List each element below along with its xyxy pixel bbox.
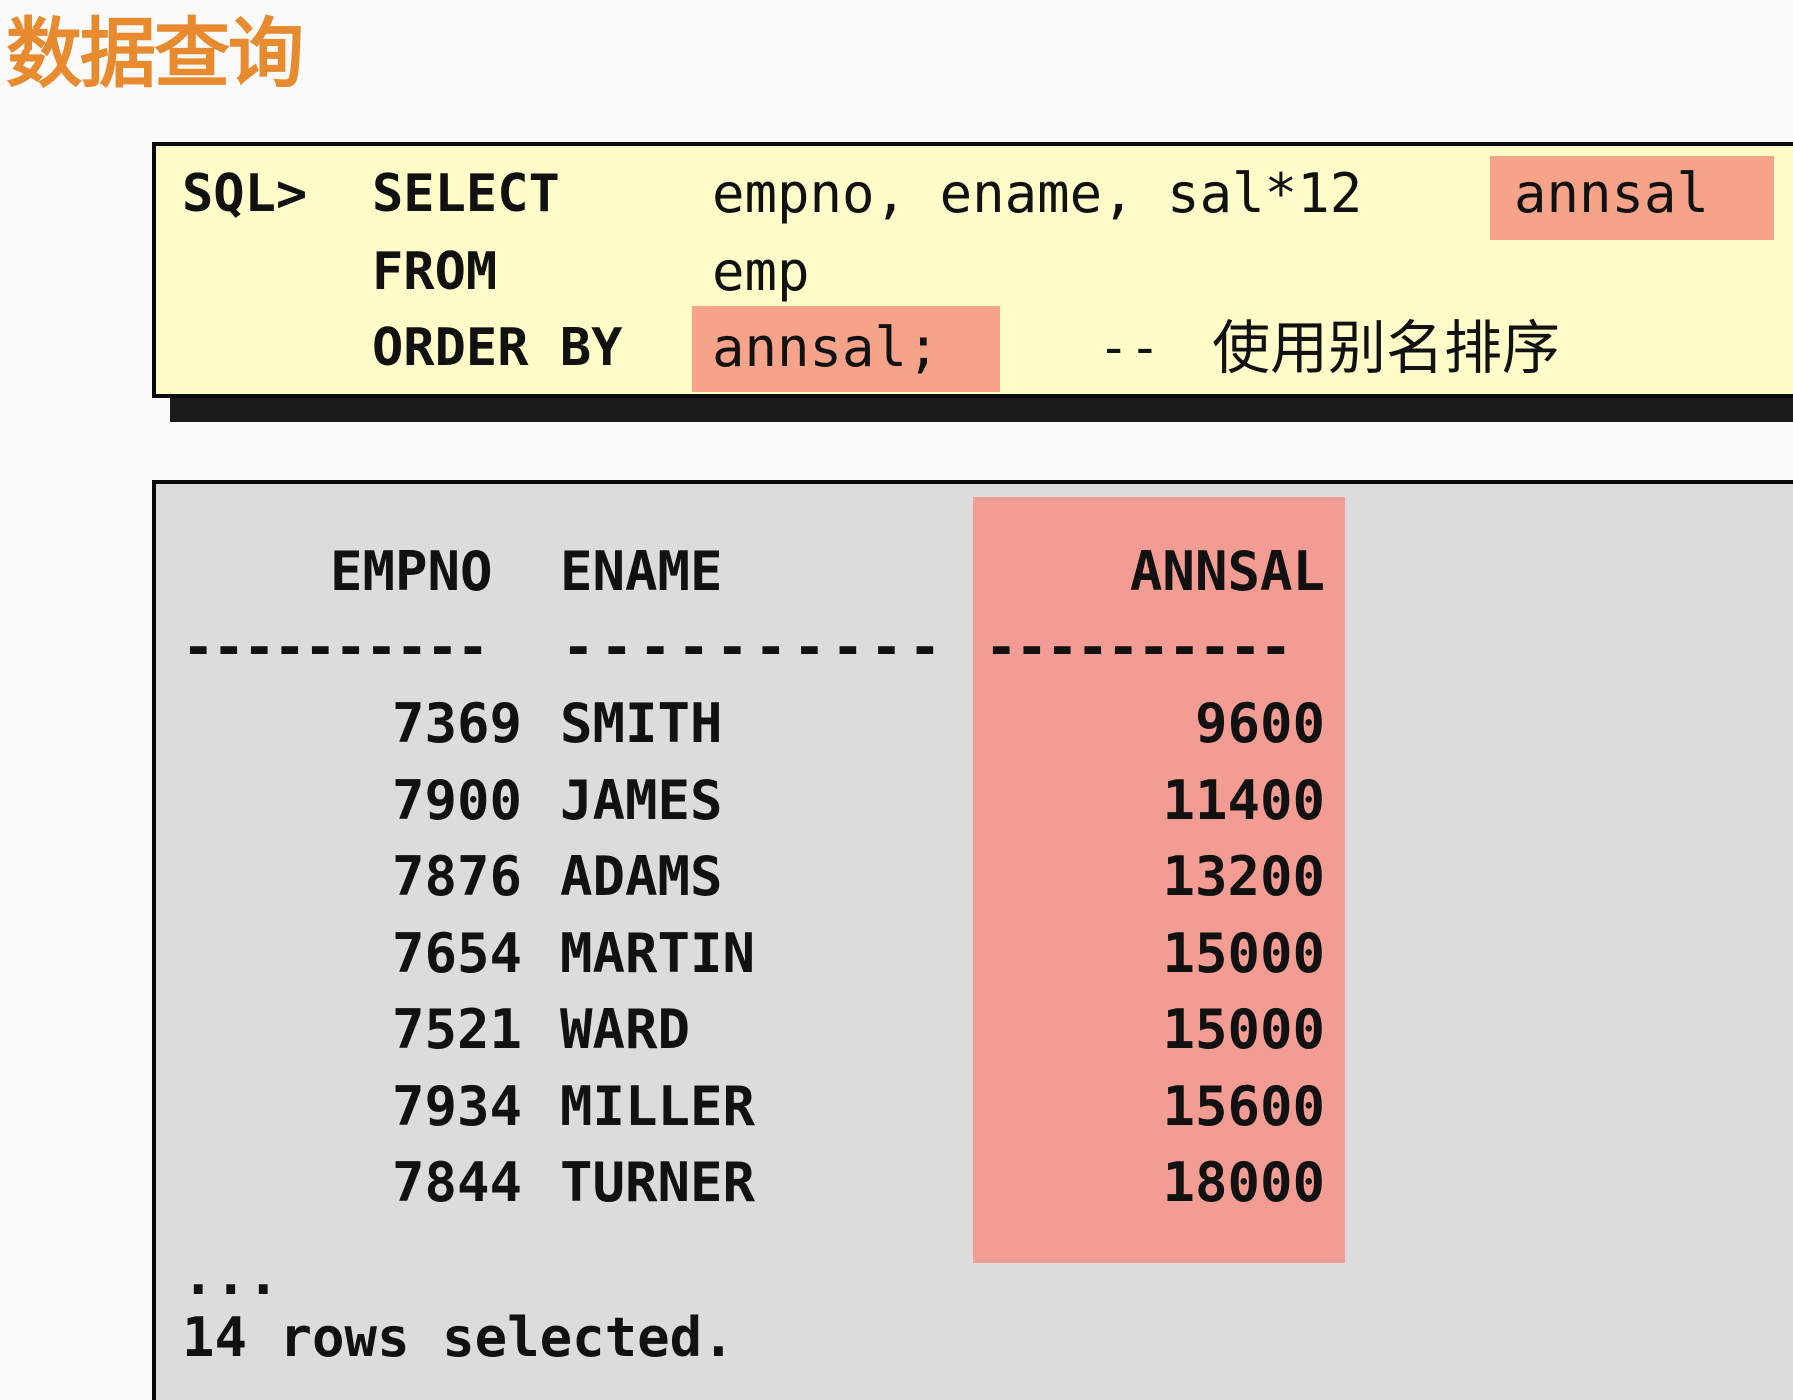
cell-empno: 7844 [391,1151,522,1214]
page-title: 数据查询 [6,9,304,98]
sql-prompt: SQL> [182,164,308,224]
cell-empno: 7521 [391,998,522,1061]
cell-ename: ADAMS [560,845,723,908]
cell-annsal: 18000 [1162,1151,1325,1214]
header-annsal: ANNSAL [1129,540,1325,603]
order-by-keyword: ORDER BY [372,318,623,378]
cell-annsal: 15000 [1162,921,1325,985]
cell-ename: SMITH [560,692,723,755]
separator-ename: ---------- [562,616,948,679]
cell-ename: MARTIN [560,921,756,985]
separator-empno: ---------- [182,616,489,679]
cell-empno: 7900 [391,768,522,832]
cell-empno: 7369 [391,692,522,755]
cell-annsal: 11400 [1162,768,1325,832]
cell-empno: 7654 [391,921,522,985]
cell-ename: MILLER [560,1074,756,1138]
comment-dashes: -- [1098,318,1161,378]
comment-text: 使用别名排序 [1212,314,1561,382]
separator-annsal: ---------- [985,616,1292,679]
cell-empno: 7934 [391,1074,522,1138]
header-empno: EMPNO [330,540,493,603]
cell-annsal: 15600 [1162,1074,1325,1138]
from-table: emp [712,240,810,303]
order-by-value: annsal; [712,316,940,379]
from-keyword: FROM [372,242,498,302]
select-columns: empno, ename, sal*12 [712,162,1363,225]
rows-selected-footer: 14 rows selected. [182,1306,735,1369]
header-ename: ENAME [560,540,723,603]
select-keyword: SELECT [372,164,560,224]
cell-annsal: 13200 [1162,845,1325,908]
cell-ename: JAMES [560,768,723,832]
cell-ename: WARD [560,998,691,1061]
cell-empno: 7876 [391,845,522,908]
alias-annsal: annsal [1514,162,1710,225]
cell-annsal: 15000 [1162,998,1325,1061]
cell-ename: TURNER [560,1151,756,1214]
cell-annsal: 9600 [1194,692,1325,755]
